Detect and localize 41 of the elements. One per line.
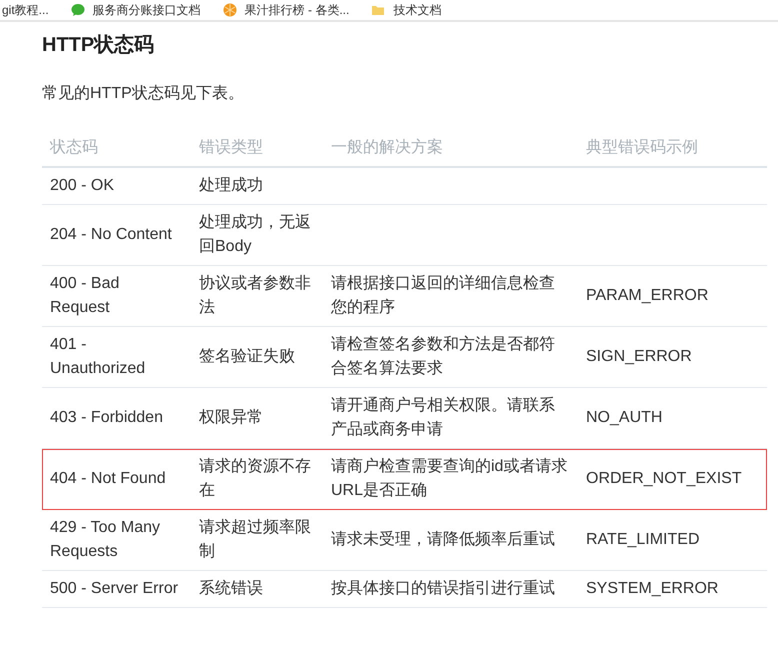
bookmark-link[interactable]: 服务商分账接口文档 (70, 2, 201, 18)
table-cell-text: 404 - Not Found (50, 469, 166, 489)
table-cell-text: 204 - No Content (50, 225, 172, 245)
table-cell-text: PARAM_ERROR (586, 286, 708, 306)
folder-icon (371, 3, 386, 17)
table-cell-text: NO_AUTH (586, 408, 662, 428)
intro-text: 常见的HTTP状态码见下表。 (42, 84, 245, 104)
bookmark-link[interactable]: git教程... (2, 2, 49, 18)
table-cell-text: 400 - Bad Request (50, 274, 120, 318)
table-cell-text: 请商户检查需要查询的id或者请求URL是否正确 (331, 456, 568, 501)
table-cell-text: 请开通商户号相关权限。请联系产品或商务申请 (331, 396, 556, 440)
table-cell-text: 处理成功，无返回Body (199, 212, 312, 257)
table-cell-text: 403 - Forbidden (50, 408, 163, 428)
table-cell-text: 请求未受理，请降低频率后重试 (331, 530, 555, 550)
table-cell-text: 权限异常 (199, 408, 263, 428)
table-cell-text: 请求超过频率限制 (199, 518, 312, 562)
table-cell-text: 请根据接口返回的详细信息检查您的程序 (331, 274, 556, 318)
column-header: 一般的解决方案 (330, 137, 444, 158)
table-cell-text: 签名验证失败 (199, 346, 295, 367)
section-heading: HTTP状态码 (42, 33, 156, 58)
table-cell-text: SIGN_ERROR (586, 347, 692, 367)
citrus-slice-icon (222, 3, 237, 17)
column-header: 错误类型 (198, 138, 264, 158)
table-cell-text: 请求的资源不存在 (199, 456, 312, 501)
column-header: 状态码 (48, 138, 99, 158)
table-cell-text: 按具体接口的错误指引进行重试 (331, 578, 555, 599)
table-cell-text: 401 - Unauthorized (50, 335, 146, 379)
table-cell-text: ORDER_NOT_EXIST (586, 469, 742, 489)
table-cell-text: 429 - Too Many Requests (50, 518, 161, 562)
table-cell-text: SYSTEM_ERROR (586, 579, 718, 599)
table-cell-text: RATE_LIMITED (586, 530, 700, 550)
column-header: 典型错误码示例 (585, 138, 699, 158)
chat-bubble-icon (70, 3, 85, 17)
table-cell-text: 系统错误 (199, 578, 263, 599)
table-cell-text: 200 - OK (50, 176, 114, 196)
table-cell-text: 协议或者参数非法 (199, 274, 312, 318)
bookmark-link[interactable]: 果汁排行榜 - 各类... (222, 2, 350, 18)
table-cell-text: 处理成功 (199, 176, 263, 196)
table-cell-text: 500 - Server Error (50, 579, 178, 599)
bookmark-link[interactable]: 技术文档 (371, 2, 442, 18)
table-cell-text: 请检查签名参数和方法是否都符合签名算法要求 (331, 334, 556, 379)
